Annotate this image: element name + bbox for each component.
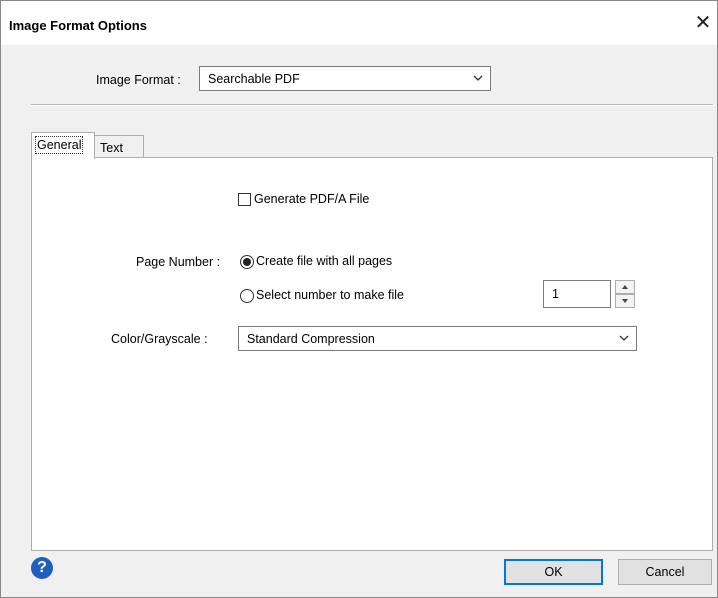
color-grayscale-value: Standard Compression bbox=[247, 332, 375, 346]
radio-all-pages[interactable] bbox=[240, 255, 254, 269]
cancel-button[interactable]: Cancel bbox=[618, 559, 712, 585]
image-format-label: Image Format : bbox=[96, 73, 181, 87]
generate-pdfa-label: Generate PDF/A File bbox=[254, 192, 370, 206]
help-icon[interactable]: ? bbox=[31, 557, 53, 579]
tab-text-label: Text bbox=[100, 141, 123, 155]
chevron-down-icon bbox=[619, 335, 629, 341]
image-format-row: Image Format : Searchable PDF bbox=[1, 66, 717, 94]
page-number-label: Page Number : bbox=[136, 255, 221, 269]
ok-button[interactable]: OK bbox=[504, 559, 603, 585]
tab-general[interactable]: General bbox=[31, 132, 95, 159]
color-grayscale-select[interactable]: Standard Compression bbox=[238, 326, 637, 351]
image-format-select[interactable]: Searchable PDF bbox=[199, 66, 491, 91]
image-format-options-dialog: Image Format Options ✕ Image Format : Se… bbox=[0, 0, 718, 598]
tab-text[interactable]: Text bbox=[94, 135, 144, 159]
chevron-down-small-icon bbox=[622, 299, 628, 303]
radio-select-number[interactable] bbox=[240, 289, 254, 303]
dialog-title: Image Format Options bbox=[9, 18, 147, 33]
image-format-value: Searchable PDF bbox=[208, 72, 300, 86]
general-tab-panel: Generate PDF/A File Page Number : Create… bbox=[31, 157, 713, 551]
separator bbox=[31, 104, 713, 106]
chevron-down-icon bbox=[473, 75, 483, 81]
generate-pdfa-checkbox[interactable] bbox=[238, 193, 251, 206]
page-number-spinner[interactable]: 1 bbox=[543, 280, 611, 308]
tab-general-label: General bbox=[34, 136, 84, 154]
radio-selected-dot bbox=[243, 258, 251, 266]
color-grayscale-label: Color/Grayscale : bbox=[111, 332, 208, 346]
spinner-down-button[interactable] bbox=[615, 294, 635, 308]
spinner-value: 1 bbox=[552, 287, 559, 301]
chevron-up-icon bbox=[622, 285, 628, 289]
close-icon[interactable]: ✕ bbox=[693, 13, 713, 33]
radio-all-pages-label: Create file with all pages bbox=[256, 254, 393, 268]
spinner-up-button[interactable] bbox=[615, 280, 635, 294]
radio-select-number-label: Select number to make file bbox=[256, 288, 404, 302]
title-bar: Image Format Options ✕ bbox=[1, 1, 717, 45]
